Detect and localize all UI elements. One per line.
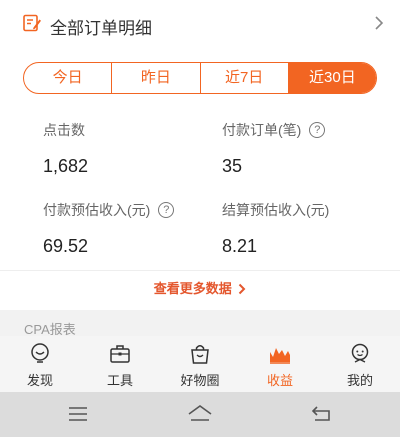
profile-icon: [351, 343, 369, 363]
discover-icon: [31, 343, 49, 363]
tab-label: 发现: [26, 373, 53, 388]
tab-discover[interactable]: 发现: [0, 336, 80, 392]
tab-today[interactable]: 今日: [24, 63, 113, 93]
metric-label: 结算预估收入(元): [222, 202, 330, 218]
order-detail-icon: [23, 14, 41, 32]
bottom-tab-bar: 发现 工具 好物圈 收益 我的: [0, 336, 400, 392]
metric-value: 8.21: [222, 236, 258, 256]
help-icon[interactable]: ?: [158, 202, 175, 218]
metric-label: 付款预估收入(元): [43, 202, 151, 218]
metric-clicks: 点击数 1,682: [43, 120, 88, 177]
tab-good-items-circle[interactable]: 好物圈: [160, 336, 240, 392]
tab-label: 好物圈: [180, 373, 220, 388]
chevron-right-icon: [239, 283, 246, 294]
metric-value: 35: [222, 156, 243, 176]
page-title: 全部订单明细: [50, 19, 152, 38]
tab-label: 收益: [266, 373, 293, 388]
home-icon[interactable]: [186, 403, 214, 425]
back-icon[interactable]: [308, 403, 336, 425]
more-data-label: 查看更多数据: [153, 281, 232, 296]
tab-mine[interactable]: 我的: [320, 336, 400, 392]
help-icon[interactable]: ?: [309, 122, 326, 138]
metric-paid-orders: 付款订单(笔) ? 35: [222, 120, 326, 177]
menu-icon[interactable]: [64, 403, 92, 425]
metric-paid-est-income: 付款预估收入(元) ? 69.52: [43, 200, 175, 257]
tab-earnings[interactable]: 收益: [240, 336, 320, 392]
stats-panel: 今日 昨日 近7日 近30日 点击数 1,682 付款订单(笔) ? 35 付款…: [0, 48, 400, 270]
tab-label: 我的: [346, 373, 373, 388]
shopping-bag-icon: [191, 345, 209, 364]
metric-value: 69.52: [43, 236, 89, 256]
earnings-chart-icon: [270, 348, 290, 364]
tab-last-30-days[interactable]: 近30日: [288, 63, 376, 93]
metric-value: 1,682: [43, 156, 89, 176]
tab-tools[interactable]: 工具: [80, 336, 160, 392]
system-nav-bar: [0, 392, 400, 437]
more-data-link[interactable]: 查看更多数据: [0, 270, 400, 310]
metric-label: 点击数: [43, 122, 85, 138]
chevron-right-icon[interactable]: [374, 15, 384, 31]
toolbox-icon: [110, 345, 130, 363]
tab-yesterday[interactable]: 昨日: [112, 63, 201, 93]
tab-last-7-days[interactable]: 近7日: [201, 63, 289, 93]
tab-label: 工具: [106, 373, 133, 388]
date-range-tabs: 今日 昨日 近7日 近30日: [23, 62, 377, 94]
metric-label: 付款订单(笔): [222, 122, 302, 138]
order-detail-header[interactable]: 全部订单明细: [0, 0, 400, 48]
metric-settled-est-income: 结算预估收入(元) 8.21: [222, 200, 329, 257]
